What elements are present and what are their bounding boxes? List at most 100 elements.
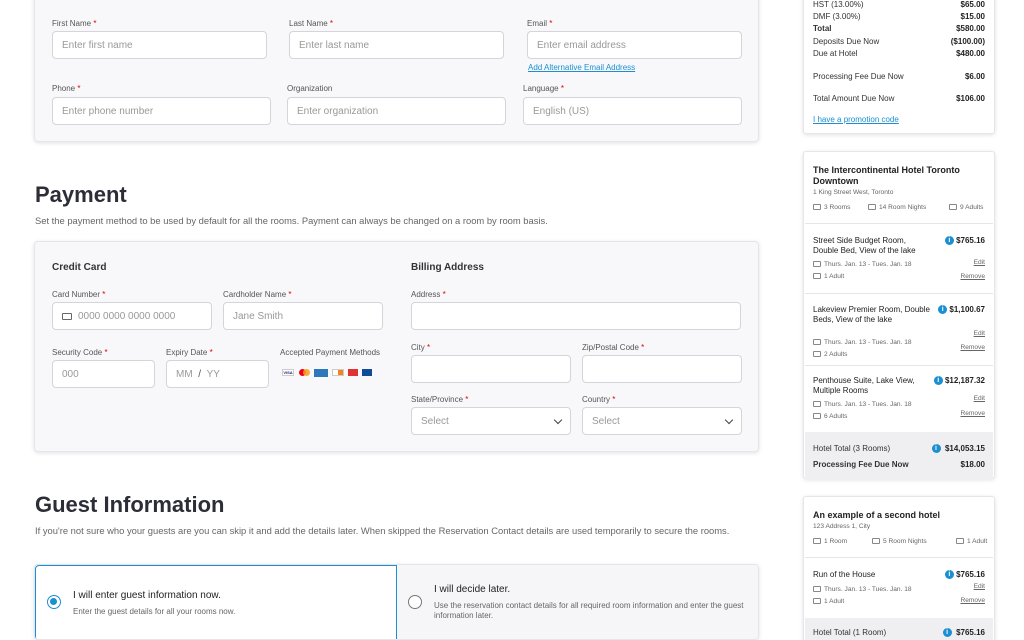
city-label: City * — [411, 343, 431, 352]
room-dates: Thurs. Jan. 13 - Tues. Jan. 18 — [813, 586, 912, 593]
city-input[interactable] — [411, 355, 571, 383]
expiry-input[interactable]: MM / YY — [166, 360, 269, 388]
first-name-input[interactable]: Enter first name — [52, 31, 267, 59]
hotel-total-bar — [805, 432, 993, 479]
summary-hst-value: $65.00 — [960, 0, 985, 9]
room-dates: Thurs. Jan. 13 - Tues. Jan. 18 — [813, 261, 912, 268]
room-edit-link[interactable]: Edit — [974, 395, 985, 402]
room-price: i $765.16 — [944, 236, 985, 246]
contact-card: First Name * Enter first name Last Name … — [34, 0, 759, 142]
amex-icon — [314, 369, 328, 377]
payment-title: Payment — [35, 182, 127, 207]
info-icon[interactable]: i — [933, 376, 943, 386]
payment-card: Credit Card Card Number * 0000 0000 0000… — [34, 241, 759, 452]
people-icon — [813, 273, 821, 280]
discover-icon — [332, 369, 344, 376]
hotel-fee-label: Processing Fee Due Now — [813, 460, 909, 469]
chevron-down-icon — [724, 415, 734, 424]
radio-selected[interactable] — [47, 595, 61, 609]
calendar-icon — [813, 401, 821, 408]
zip-input[interactable] — [582, 355, 742, 383]
calendar-icon — [813, 339, 821, 346]
room-name: Penthouse Suite, Lake View, Multiple Roo… — [813, 376, 915, 395]
hotel-address: 123 Address 1, City — [813, 523, 871, 530]
hotel-nights-count: 14 Room Nights — [868, 204, 926, 211]
organization-label: Organization — [287, 84, 333, 93]
info-icon[interactable]: i — [938, 305, 948, 315]
room-name: Run of the House — [813, 570, 876, 579]
credit-card-icon — [62, 312, 72, 320]
last-name-input[interactable]: Enter last name — [289, 31, 504, 59]
phone-input[interactable]: Enter phone number — [52, 97, 271, 125]
security-code-input[interactable]: 000 — [52, 360, 155, 388]
hotel-total-value: i $14,053.15 — [931, 444, 985, 454]
radio-unselected[interactable] — [408, 595, 422, 609]
summary-total-label: Total — [813, 24, 832, 33]
language-label: Language * — [523, 84, 564, 93]
guest-description: If you're not sure who your guests are y… — [35, 525, 730, 536]
option-now-sub: Enter the guest details for all your roo… — [73, 607, 236, 616]
room-remove-link[interactable]: Remove — [960, 273, 985, 280]
total-due-label: Total Amount Due Now — [813, 94, 895, 103]
room-remove-link[interactable]: Remove — [960, 344, 985, 351]
summary-deposits-label: Deposits Due Now — [813, 37, 880, 46]
calendar-icon — [813, 261, 821, 268]
state-label: State/Province * — [411, 395, 469, 404]
country-select[interactable]: Select — [582, 407, 742, 435]
address-input[interactable] — [411, 302, 741, 330]
hotel-nights-count: 5 Room Nights — [872, 538, 927, 545]
total-due-value: $106.00 — [956, 94, 985, 103]
room-edit-link[interactable]: Edit — [974, 583, 985, 590]
payment-description: Set the payment method to be used by def… — [35, 215, 548, 226]
hotel-total-label: Hotel Total (1 Room) — [813, 628, 887, 637]
room-price: i $765.16 — [944, 570, 985, 580]
room-remove-link[interactable]: Remove — [960, 597, 985, 604]
email-label: Email * — [527, 19, 553, 28]
guest-option-later[interactable]: I will decide later. Use the reservation… — [397, 565, 758, 639]
room-edit-link[interactable]: Edit — [974, 259, 985, 266]
room-dates: Thurs. Jan. 13 - Tues. Jan. 18 — [813, 339, 912, 346]
accepted-methods-label: Accepted Payment Methods — [280, 348, 381, 357]
first-name-label: First Name * — [52, 19, 97, 28]
room-name: Lakeview Premier Room, Double Beds, View… — [813, 305, 930, 324]
option-later-sub: Use the reservation contact details for … — [434, 601, 744, 620]
summary-deposits-value: ($100.00) — [950, 37, 985, 46]
hotel-name: An example of a second hotel — [813, 510, 941, 520]
hotel-fee-value: $18.00 — [960, 460, 985, 469]
guest-options: I will enter guest information now. Ente… — [34, 564, 759, 640]
card-number-input[interactable]: 0000 0000 0000 0000 — [52, 302, 212, 330]
hotel-card-1: The Intercontinental Hotel Toronto Downt… — [803, 151, 995, 479]
info-icon[interactable]: i — [931, 444, 941, 454]
organization-input[interactable]: Enter organization — [287, 97, 506, 125]
option-now-title: I will enter guest information now. — [73, 590, 221, 601]
info-icon[interactable]: i — [942, 628, 952, 638]
info-icon[interactable]: i — [944, 570, 954, 580]
room-edit-link[interactable]: Edit — [974, 330, 985, 337]
cardholder-input[interactable]: Jane Smith — [223, 302, 383, 330]
people-icon — [813, 351, 821, 358]
language-select[interactable]: English (US) — [523, 97, 742, 125]
hotel-total-value: i $765.16 — [942, 628, 985, 638]
room-name: Street Side Budget Room, Double Bed, Vie… — [813, 236, 916, 255]
guest-option-now[interactable]: I will enter guest information now. Ente… — [35, 565, 397, 639]
state-select[interactable]: Select — [411, 407, 571, 435]
room-remove-link[interactable]: Remove — [960, 410, 985, 417]
processing-fee-value: $6.00 — [964, 72, 985, 81]
card-number-label: Card Number * — [52, 290, 106, 299]
country-label: Country * — [582, 395, 616, 404]
hotel-card-2: An example of a second hotel 123 Address… — [803, 496, 995, 640]
summary-dmf-label: DMF (3.00%) — [813, 12, 861, 21]
email-input[interactable]: Enter email address — [527, 31, 742, 59]
mastercard-icon — [298, 369, 310, 376]
hotel-guests-count: 9 Adults — [949, 204, 983, 211]
info-icon[interactable]: i — [944, 236, 954, 246]
credit-card-title: Credit Card — [52, 262, 107, 273]
hotel-rooms-count: 1 Room — [813, 538, 847, 545]
room-adults: 1 Adult — [813, 273, 844, 280]
people-icon — [813, 413, 821, 420]
room-price: i $12,187.32 — [933, 376, 985, 386]
add-alt-email-link[interactable]: Add Alternative Email Address — [528, 63, 635, 72]
jcb-icon — [362, 369, 372, 376]
guest-title: Guest Information — [35, 492, 225, 517]
promo-code-link[interactable]: I have a promotion code — [813, 115, 899, 124]
